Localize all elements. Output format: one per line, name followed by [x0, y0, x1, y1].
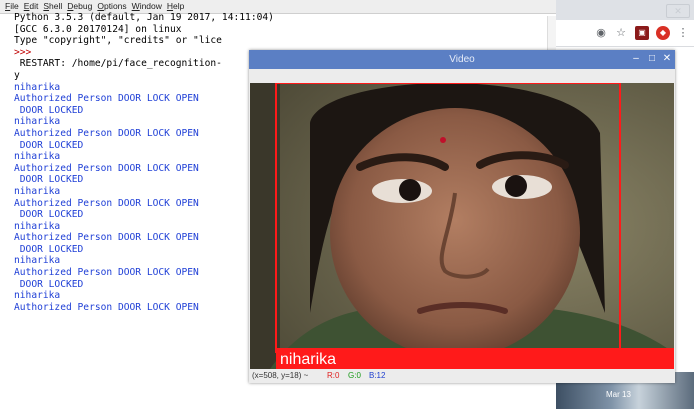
star-icon[interactable]: ☆ — [614, 26, 628, 40]
menu-icon[interactable]: ⋮ — [676, 26, 690, 40]
face-label: niharika — [280, 351, 336, 368]
blue-value: B:12 — [369, 371, 386, 380]
close-icon[interactable]: ✕ — [660, 52, 674, 66]
desktop-clock: Mar 13 — [606, 390, 631, 399]
green-value: G:0 — [348, 371, 361, 380]
video-titlebar[interactable]: Video – □ ✕ — [249, 50, 675, 69]
video-statusbar: (x=508, y=18) ~ R:0 G:0 B:12 — [249, 369, 675, 383]
minimize-icon[interactable]: – — [629, 52, 643, 66]
browser-titlebar: ✕ — [556, 0, 694, 20]
video-frame: niharika — [250, 83, 674, 369]
red-value: R:0 — [327, 371, 340, 380]
extension-icon[interactable]: ▣ — [635, 26, 649, 40]
video-title: Video — [449, 54, 475, 65]
cursor-position: (x=508, y=18) ~ — [252, 371, 309, 380]
shell-line: Python 3.5.3 (default, Jan 19 2017, 14:1… — [14, 12, 274, 23]
camera-image: niharika — [250, 83, 674, 369]
maximize-icon[interactable]: □ — [645, 52, 659, 66]
eye-icon[interactable]: ◉ — [594, 26, 608, 40]
shell-line: Type "copyright", "credits" or "lice — [14, 35, 222, 47]
browser-close-icon[interactable]: ✕ — [666, 4, 690, 18]
shield-icon[interactable]: ◆ — [656, 26, 670, 40]
browser-toolbar: ◉ ☆ ▣ ◆ ⋮ — [556, 20, 694, 47]
video-window: Video – □ ✕ niharika (x=508, y=18) ~ R:0… — [249, 50, 675, 383]
shell-line: [GCC 6.3.0 20170124] on linux — [14, 23, 182, 35]
